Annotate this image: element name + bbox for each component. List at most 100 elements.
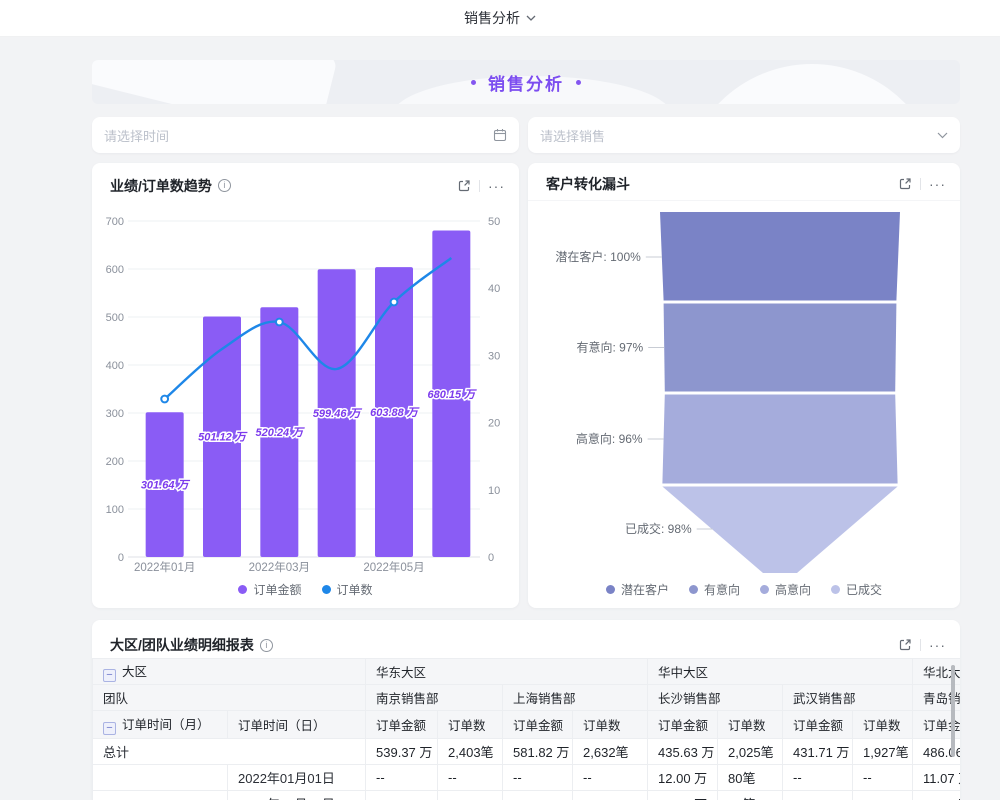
legend-label: 潜在客户 <box>621 581 669 598</box>
trend-chart-legend: 订单金额 订单数 <box>92 581 519 598</box>
table-cell: 435.63 万 <box>648 739 718 765</box>
expand-icon[interactable] <box>898 177 912 191</box>
table-cell: 1,927笔 <box>853 739 913 765</box>
report-card-header: 大区/团队业绩明细报表 i ··· <box>92 620 960 658</box>
svg-text:高意向: 96%: 高意向: 96% <box>576 431 643 446</box>
table-cell: -- <box>438 791 503 800</box>
table-header-cell: 团队 <box>93 685 366 711</box>
table-cell: 2022年01月01日 <box>228 765 366 791</box>
table-cell: -- <box>438 765 503 791</box>
legend-dot-icon <box>760 585 769 594</box>
legend-item[interactable]: 订单金额 <box>238 581 301 598</box>
svg-text:400: 400 <box>106 360 124 372</box>
svg-text:200: 200 <box>106 456 124 468</box>
expand-icon[interactable] <box>457 179 471 193</box>
table-cell: -- <box>503 765 573 791</box>
svg-text:20: 20 <box>488 418 500 430</box>
table-cell: 11.07 万 <box>913 765 960 791</box>
more-menu-icon[interactable]: ··· <box>929 640 946 650</box>
divider <box>479 180 480 192</box>
table-cell <box>93 791 228 800</box>
legend-label: 订单数 <box>337 581 373 598</box>
legend-dot-icon <box>606 585 615 594</box>
table-cell: -- <box>853 765 913 791</box>
sales-select-placeholder: 请选择销售 <box>540 126 605 145</box>
page-selector[interactable]: 销售分析 <box>464 8 536 28</box>
legend-item[interactable]: 潜在客户 <box>606 581 669 598</box>
svg-text:100: 100 <box>106 504 124 516</box>
banner-dot <box>471 80 476 85</box>
collapse-icon[interactable]: − <box>103 722 116 735</box>
table-scrollbar[interactable] <box>951 665 955 757</box>
page-title: 销售分析 <box>464 8 520 28</box>
calendar-icon <box>493 128 507 142</box>
table-cell: 11.98 万 <box>913 791 960 800</box>
table-cell: 539.37 万 <box>366 739 438 765</box>
report-table: −大区华东大区华中大区华北大区团队南京销售部上海销售部长沙销售部武汉销售部青岛销… <box>92 658 960 800</box>
more-menu-icon[interactable]: ··· <box>488 181 505 191</box>
legend-item[interactable]: 高意向 <box>760 581 811 598</box>
table-header-cell: 武汉销售部 <box>783 685 913 711</box>
legend-item[interactable]: 有意向 <box>689 581 740 598</box>
banner-dot <box>576 80 581 85</box>
table-cell: 23.05 万 <box>648 791 718 800</box>
legend-item[interactable]: 已成交 <box>831 581 882 598</box>
svg-text:2022年01月: 2022年01月 <box>134 560 195 574</box>
svg-text:700: 700 <box>106 216 124 228</box>
svg-text:0: 0 <box>118 552 124 564</box>
trend-chart: 0100200300400500600700010203040502022年01… <box>92 207 519 577</box>
svg-text:潜在客户: 100%: 潜在客户: 100% <box>555 249 641 264</box>
table-cell <box>93 765 228 791</box>
table-row: 总计539.37 万2,403笔581.82 万2,632笔435.63 万2,… <box>93 739 961 765</box>
table-header-cell: 订单金额 <box>783 711 853 739</box>
table-header-cell: 华中大区 <box>648 659 913 685</box>
svg-text:520.24 万: 520.24 万 <box>255 427 305 439</box>
table-header-cell: 南京销售部 <box>366 685 503 711</box>
chevron-down-icon <box>526 15 536 21</box>
funnel-chart-legend: 潜在客户 有意向 高意向 已成交 <box>528 581 960 598</box>
table-cell: -- <box>503 791 573 800</box>
sales-dashboard: 销售分析 销售分析 请选择时间 请选择销售 业绩/订单数趋势 i <box>0 0 1000 800</box>
collapse-icon[interactable]: − <box>103 669 116 682</box>
table-row: 2022年01月02日--------23.05 万90笔----11.98 万 <box>93 791 961 800</box>
table-header-cell: 订单数 <box>573 711 648 739</box>
legend-item[interactable]: 订单数 <box>322 581 373 598</box>
svg-text:599.46 万: 599.46 万 <box>313 408 363 420</box>
table-cell: -- <box>783 765 853 791</box>
time-range-picker[interactable]: 请选择时间 <box>92 117 519 153</box>
table-cell: 2022年01月02日 <box>228 791 366 800</box>
banner: 销售分析 <box>92 60 960 104</box>
legend-label: 已成交 <box>846 581 882 598</box>
expand-icon[interactable] <box>898 638 912 652</box>
legend-label: 高意向 <box>775 581 811 598</box>
table-header-cell: 订单数 <box>718 711 783 739</box>
table-cell: 431.71 万 <box>783 739 853 765</box>
funnel-card-header: 客户转化漏斗 ··· <box>528 163 960 201</box>
funnel-chart: 潜在客户: 100% 有意向: 97% 高意向: 96% 已成交: 98% <box>528 207 960 577</box>
report-card-title: 大区/团队业绩明细报表 <box>110 635 254 655</box>
table-cell: 2,632笔 <box>573 739 648 765</box>
trend-card-header: 业绩/订单数趋势 i ··· <box>92 163 519 195</box>
info-icon[interactable]: i <box>218 179 231 192</box>
svg-text:2022年03月: 2022年03月 <box>249 560 310 574</box>
svg-text:500: 500 <box>106 312 124 324</box>
svg-text:600: 600 <box>106 264 124 276</box>
more-menu-icon[interactable]: ··· <box>929 179 946 189</box>
banner-title: 销售分析 <box>488 70 564 95</box>
sales-select[interactable]: 请选择销售 <box>528 117 960 153</box>
svg-text:40: 40 <box>488 283 500 295</box>
table-row: 2022年01月01日--------12.00 万80笔----11.07 万 <box>93 765 961 791</box>
report-table-card: 大区/团队业绩明细报表 i ··· −大区华东大区华中大区华北大区团队南京销售部… <box>92 620 960 800</box>
legend-dot-icon <box>831 585 840 594</box>
svg-text:2022年05月: 2022年05月 <box>363 560 424 574</box>
legend-dot-icon <box>689 585 698 594</box>
topbar: 销售分析 <box>0 0 1000 37</box>
info-icon[interactable]: i <box>260 639 273 652</box>
svg-text:301.64 万: 301.64 万 <box>141 480 191 492</box>
table-header-cell: 订单数 <box>853 711 913 739</box>
table-cell: 80笔 <box>718 765 783 791</box>
header-region: −大区 <box>93 659 366 685</box>
table-cell: -- <box>366 791 438 800</box>
svg-text:已成交: 98%: 已成交: 98% <box>625 521 692 536</box>
svg-text:有意向: 97%: 有意向: 97% <box>577 340 644 355</box>
